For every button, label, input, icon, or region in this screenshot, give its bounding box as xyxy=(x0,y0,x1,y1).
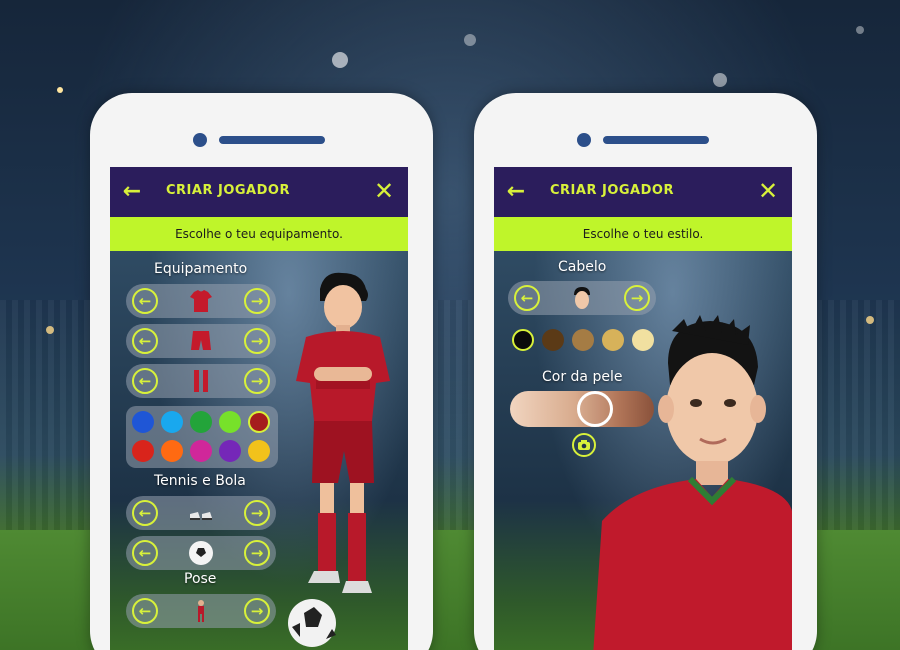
shoes-selector: ← → xyxy=(126,496,276,530)
section-label-tennis-ball: Tennis e Bola xyxy=(154,473,246,489)
section-label-pose: Pose xyxy=(184,571,217,587)
app-screen-style: ← CRIAR JOGADOR ✕ Escolhe o teu estilo. … xyxy=(494,167,792,650)
hair-color-swatch[interactable] xyxy=(602,329,624,351)
phone-speaker xyxy=(603,136,709,144)
shorts-selector: ← → xyxy=(126,324,276,358)
previous-hair-arrow-icon[interactable]: ← xyxy=(514,285,540,311)
phone-right: ← CRIAR JOGADOR ✕ Escolhe o teu estilo. … xyxy=(474,93,817,650)
phone-camera-dot xyxy=(193,133,207,147)
shirt-icon xyxy=(190,290,212,312)
phone-camera-dot xyxy=(577,133,591,147)
customization-scene: Equipamento ← → ← → ← → Tennis e Bola ← … xyxy=(110,251,408,650)
ball-selector: ← → xyxy=(126,536,276,570)
app-header: ← CRIAR JOGADOR ✕ xyxy=(110,167,408,217)
socks-selector: ← → xyxy=(126,364,276,398)
hair-color-swatch-selected[interactable] xyxy=(512,329,534,351)
pose-figure-icon xyxy=(198,600,204,622)
previous-socks-arrow-icon[interactable]: ← xyxy=(132,368,158,394)
kit-color-swatch[interactable] xyxy=(248,440,270,462)
next-ball-arrow-icon[interactable]: → xyxy=(244,540,270,566)
hair-color-palette xyxy=(508,327,658,353)
kit-color-swatch[interactable] xyxy=(161,411,183,433)
phone-left: ← CRIAR JOGADOR ✕ Escolhe o teu equipame… xyxy=(90,93,433,650)
section-label-equipment: Equipamento xyxy=(154,261,248,277)
player-avatar-full-body xyxy=(288,272,390,647)
previous-shorts-arrow-icon[interactable]: ← xyxy=(132,328,158,354)
kit-color-swatch[interactable] xyxy=(190,411,212,433)
previous-pose-arrow-icon[interactable]: ← xyxy=(132,598,158,624)
shoes-icon xyxy=(190,512,212,520)
phone-speaker xyxy=(219,136,325,144)
page-title: CRIAR JOGADOR xyxy=(550,183,674,198)
player-avatar-close-up xyxy=(593,315,792,650)
app-screen-equipment: ← CRIAR JOGADOR ✕ Escolhe o teu equipame… xyxy=(110,167,408,650)
skin-tone-slider-handle[interactable] xyxy=(577,391,613,427)
hair-color-swatch[interactable] xyxy=(572,329,594,351)
back-arrow-icon[interactable]: ← xyxy=(504,180,528,204)
hair-color-swatch[interactable] xyxy=(632,329,654,351)
next-shoes-arrow-icon[interactable]: → xyxy=(244,500,270,526)
skin-tone-slider[interactable] xyxy=(510,391,654,427)
section-label-hair: Cabelo xyxy=(558,259,607,275)
previous-shirt-arrow-icon[interactable]: ← xyxy=(132,288,158,314)
section-label-skin: Cor da pele xyxy=(542,369,623,385)
socks-icon xyxy=(194,370,208,392)
instruction-banner: Escolhe o teu equipamento. xyxy=(110,217,408,251)
next-hair-arrow-icon[interactable]: → xyxy=(624,285,650,311)
app-header: ← CRIAR JOGADOR ✕ xyxy=(494,167,792,217)
close-icon[interactable]: ✕ xyxy=(756,179,780,203)
camera-icon[interactable] xyxy=(572,433,596,457)
hair-face-icon xyxy=(574,287,590,309)
pose-selector: ← → xyxy=(126,594,276,628)
instruction-banner: Escolhe o teu estilo. xyxy=(494,217,792,251)
next-shirt-arrow-icon[interactable]: → xyxy=(244,288,270,314)
kit-color-swatch[interactable] xyxy=(161,440,183,462)
back-arrow-icon[interactable]: ← xyxy=(120,180,144,204)
hair-color-swatch[interactable] xyxy=(542,329,564,351)
kit-color-palette xyxy=(126,406,278,468)
close-icon[interactable]: ✕ xyxy=(372,179,396,203)
next-shorts-arrow-icon[interactable]: → xyxy=(244,328,270,354)
page-title: CRIAR JOGADOR xyxy=(166,183,290,198)
kit-color-swatch[interactable] xyxy=(219,411,241,433)
kit-color-swatch[interactable] xyxy=(190,440,212,462)
kit-color-swatch[interactable] xyxy=(132,411,154,433)
kit-color-swatch-selected[interactable] xyxy=(248,411,270,433)
previous-shoes-arrow-icon[interactable]: ← xyxy=(132,500,158,526)
next-pose-arrow-icon[interactable]: → xyxy=(244,598,270,624)
soccer-ball-icon xyxy=(189,541,213,565)
next-socks-arrow-icon[interactable]: → xyxy=(244,368,270,394)
hair-style-selector: ← → xyxy=(508,281,656,315)
customization-scene: Cabelo ← → Cor da pele xyxy=(494,251,792,650)
previous-ball-arrow-icon[interactable]: ← xyxy=(132,540,158,566)
kit-color-swatch[interactable] xyxy=(132,440,154,462)
shirt-selector: ← → xyxy=(126,284,276,318)
shorts-icon xyxy=(191,331,211,350)
kit-color-swatch[interactable] xyxy=(219,440,241,462)
